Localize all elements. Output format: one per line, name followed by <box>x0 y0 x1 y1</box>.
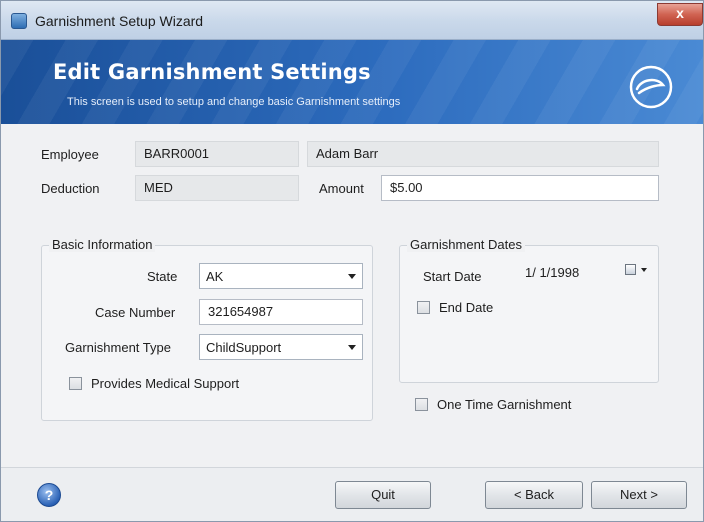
title-bar: Garnishment Setup Wizard x <box>1 1 703 40</box>
logo-icon <box>629 65 673 109</box>
employee-id-field: BARR0001 <box>135 141 299 167</box>
deduction-label: Deduction <box>41 181 100 196</box>
banner-title: Edit Garnishment Settings <box>53 60 371 84</box>
start-date-value[interactable]: 1/ 1/1998 <box>525 265 579 280</box>
one-time-garnishment-label: One Time Garnishment <box>437 397 572 412</box>
back-button[interactable]: < Back <box>485 481 583 509</box>
window-title: Garnishment Setup Wizard <box>35 13 204 29</box>
garnishment-type-label: Garnishment Type <box>65 340 171 355</box>
state-label: State <box>147 269 178 284</box>
state-value: AK <box>206 269 224 284</box>
calendar-icon[interactable] <box>625 264 636 275</box>
amount-input[interactable]: $5.00 <box>381 175 659 201</box>
help-icon[interactable]: ? <box>37 483 61 507</box>
basic-information-title: Basic Information <box>49 237 156 252</box>
next-button[interactable]: Next > <box>591 481 687 509</box>
deduction-field: MED <box>135 175 299 201</box>
one-time-garnishment-checkbox[interactable] <box>415 398 428 411</box>
end-date-checkbox[interactable] <box>417 301 430 314</box>
medical-support-label: Provides Medical Support <box>91 376 240 391</box>
case-number-input[interactable]: 321654987 <box>199 299 363 325</box>
chevron-down-icon <box>348 345 356 350</box>
medical-support-checkbox[interactable] <box>69 377 82 390</box>
employee-name-field: Adam Barr <box>307 141 659 167</box>
garnishment-type-value: ChildSupport <box>206 340 282 355</box>
close-button[interactable]: x <box>657 3 703 26</box>
amount-label: Amount <box>319 181 364 196</box>
chevron-down-icon[interactable] <box>641 268 647 272</box>
header-banner: Edit Garnishment Settings This screen is… <box>1 40 703 124</box>
wizard-window: Garnishment Setup Wizard x Edit Garnishm… <box>0 0 704 522</box>
chevron-down-icon <box>348 274 356 279</box>
garnishment-type-select[interactable]: ChildSupport <box>199 334 363 360</box>
garnishment-dates-title: Garnishment Dates <box>407 237 525 252</box>
state-select[interactable]: AK <box>199 263 363 289</box>
employee-label: Employee <box>41 147 99 162</box>
quit-button[interactable]: Quit <box>335 481 431 509</box>
app-icon <box>11 13 27 29</box>
start-date-label: Start Date <box>423 269 482 284</box>
banner-subtitle: This screen is used to setup and change … <box>67 96 401 108</box>
end-date-label: End Date <box>439 300 494 315</box>
case-number-label: Case Number <box>95 305 176 320</box>
